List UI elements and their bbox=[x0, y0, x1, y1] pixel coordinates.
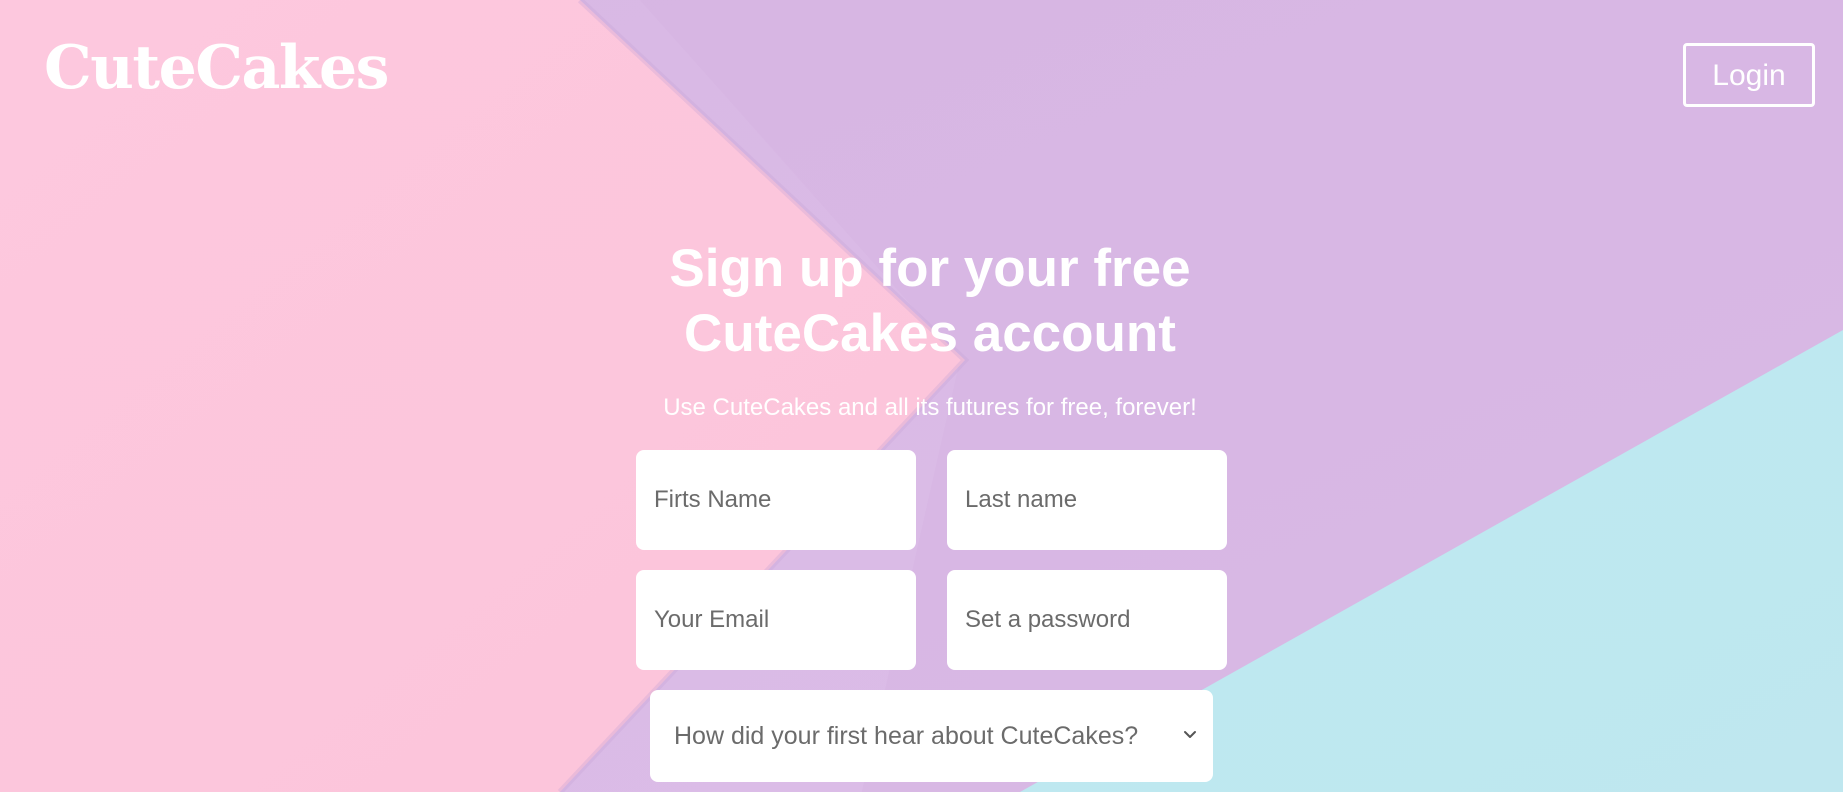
brand-logo[interactable]: CuteCakes bbox=[44, 30, 389, 106]
email-input[interactable] bbox=[636, 570, 916, 670]
page-title: Sign up for your free CuteCakes account bbox=[669, 239, 1191, 363]
chevron-down-icon bbox=[1184, 731, 1196, 738]
first-name-input[interactable] bbox=[636, 450, 916, 550]
referral-select-value: How did your first hear about CuteCakes? bbox=[674, 722, 1139, 750]
login-button[interactable]: Login bbox=[1683, 43, 1815, 107]
referral-select[interactable]: How did your first hear about CuteCakes? bbox=[650, 690, 1213, 782]
last-name-input[interactable] bbox=[947, 450, 1227, 550]
password-input[interactable] bbox=[947, 570, 1227, 670]
page-subtitle: Use CuteCakes and all its futures for fr… bbox=[663, 394, 1197, 421]
